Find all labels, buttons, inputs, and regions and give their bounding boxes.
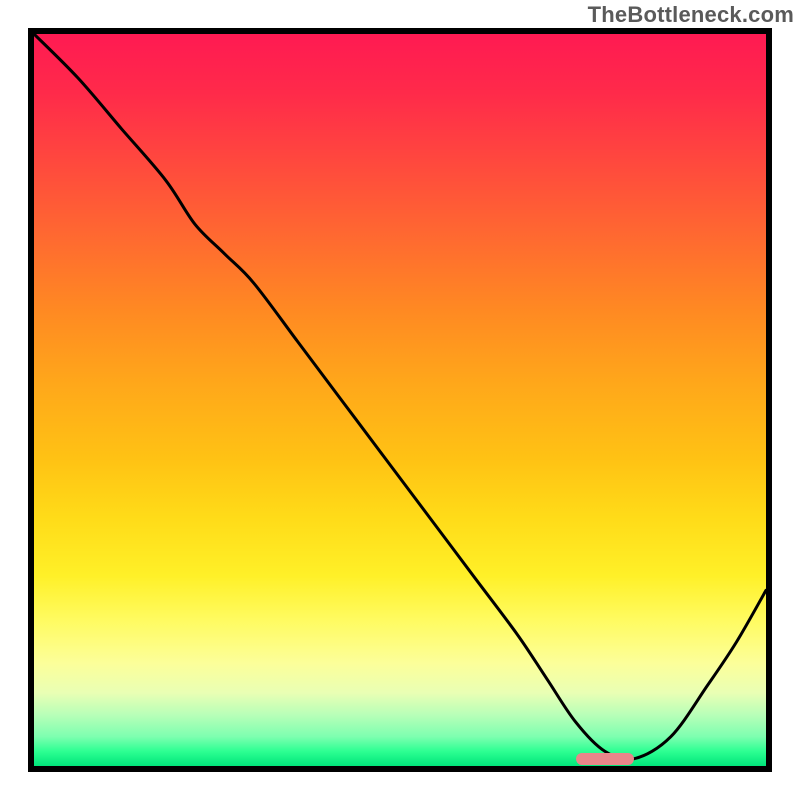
plot-area	[28, 28, 772, 772]
minimum-marker	[576, 753, 635, 765]
watermark-text: TheBottleneck.com	[588, 2, 794, 28]
bottleneck-curve	[34, 34, 766, 766]
chart-frame: TheBottleneck.com	[0, 0, 800, 800]
